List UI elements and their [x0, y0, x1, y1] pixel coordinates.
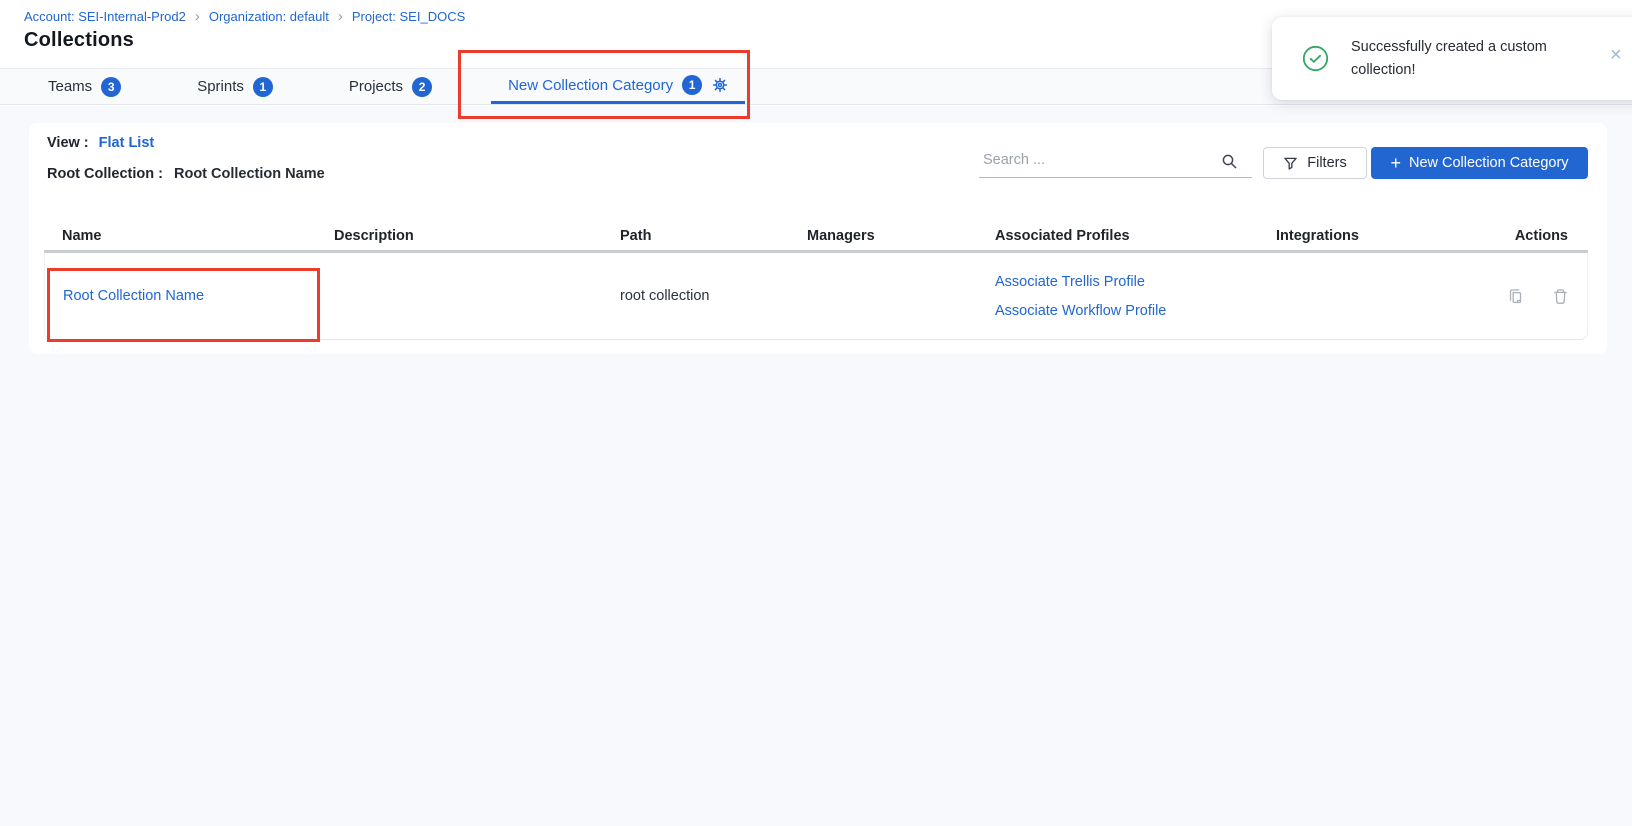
collections-table: Name Description Path Managers Associate… — [44, 222, 1588, 340]
root-collection-row: Root Collection : Root Collection Name — [47, 166, 325, 182]
new-collection-category-button[interactable]: + New Collection Category — [1371, 147, 1588, 179]
collections-page: Account: SEI-Internal-Prod2 › Organizati… — [0, 0, 1632, 826]
table-body: Root Collection Name root collection Ass… — [44, 253, 1588, 340]
column-header-integrations: Integrations — [1258, 228, 1487, 244]
associate-trellis-profile-link[interactable]: Associate Trellis Profile — [995, 274, 1258, 290]
breadcrumb-project[interactable]: Project: SEI_DOCS — [352, 9, 465, 24]
search-input[interactable] — [979, 145, 1214, 175]
search-box — [979, 145, 1252, 178]
associated-profiles-cell: Associate Trellis Profile Associate Work… — [977, 274, 1258, 319]
path-cell: root collection — [602, 288, 789, 304]
column-header-path: Path — [602, 228, 789, 244]
table-header: Name Description Path Managers Associate… — [44, 222, 1588, 253]
collection-name-link[interactable]: Root Collection Name — [63, 288, 204, 304]
tab-label: Sprints — [197, 78, 244, 95]
column-header-description: Description — [316, 228, 602, 244]
gear-icon[interactable] — [712, 77, 728, 93]
tab-teams[interactable]: Teams 3 — [31, 69, 138, 104]
delete-icon[interactable] — [1552, 288, 1569, 305]
column-header-associated-profiles: Associated Profiles — [977, 228, 1258, 244]
count-badge: 2 — [412, 77, 432, 97]
content-region: View : Flat List Root Collection : Root … — [0, 106, 1632, 826]
chevron-right-icon: › — [338, 10, 343, 23]
column-header-managers: Managers — [789, 228, 977, 244]
close-icon[interactable]: × — [1610, 45, 1622, 65]
search-icon — [1221, 153, 1238, 175]
count-badge: 1 — [253, 77, 273, 97]
tab-label: Projects — [349, 78, 403, 95]
tab-sprints[interactable]: Sprints 1 — [180, 69, 290, 104]
tab-label: New Collection Category — [508, 77, 673, 94]
filters-button[interactable]: Filters — [1263, 147, 1367, 179]
success-check-icon — [1302, 45, 1329, 72]
new-collection-category-label: New Collection Category — [1409, 155, 1569, 171]
root-collection-label: Root Collection : — [47, 166, 163, 182]
tab-new-collection-category[interactable]: New Collection Category 1 — [491, 69, 745, 104]
actions-cell — [1487, 288, 1587, 305]
root-collection-value: Root Collection Name — [174, 166, 325, 182]
chevron-right-icon: › — [195, 10, 200, 23]
column-header-name: Name — [44, 228, 316, 244]
breadcrumb-account[interactable]: Account: SEI-Internal-Prod2 — [24, 9, 186, 24]
breadcrumb-organization[interactable]: Organization: default — [209, 9, 329, 24]
flat-list-link[interactable]: Flat List — [99, 135, 155, 151]
copy-icon[interactable] — [1507, 288, 1524, 305]
associate-workflow-profile-link[interactable]: Associate Workflow Profile — [995, 303, 1258, 319]
table-row: Root Collection Name root collection Ass… — [45, 253, 1587, 339]
view-selector: View : Flat List — [47, 135, 154, 151]
count-badge: 1 — [682, 75, 702, 95]
view-label: View : — [47, 135, 89, 151]
column-header-actions: Actions — [1487, 228, 1588, 244]
breadcrumb: Account: SEI-Internal-Prod2 › Organizati… — [24, 9, 465, 24]
page-title: Collections — [24, 29, 134, 52]
collection-name-cell: Root Collection Name — [45, 288, 316, 304]
plus-icon: + — [1390, 155, 1401, 171]
count-badge: 3 — [101, 77, 121, 97]
tab-label: Teams — [48, 78, 92, 95]
funnel-icon — [1283, 156, 1298, 171]
filters-label: Filters — [1307, 155, 1346, 171]
tab-projects[interactable]: Projects 2 — [332, 69, 449, 104]
success-toast: Successfully created a custom collection… — [1272, 17, 1632, 100]
toast-message: Successfully created a custom collection… — [1351, 36, 1559, 82]
content-card: View : Flat List Root Collection : Root … — [29, 123, 1607, 354]
